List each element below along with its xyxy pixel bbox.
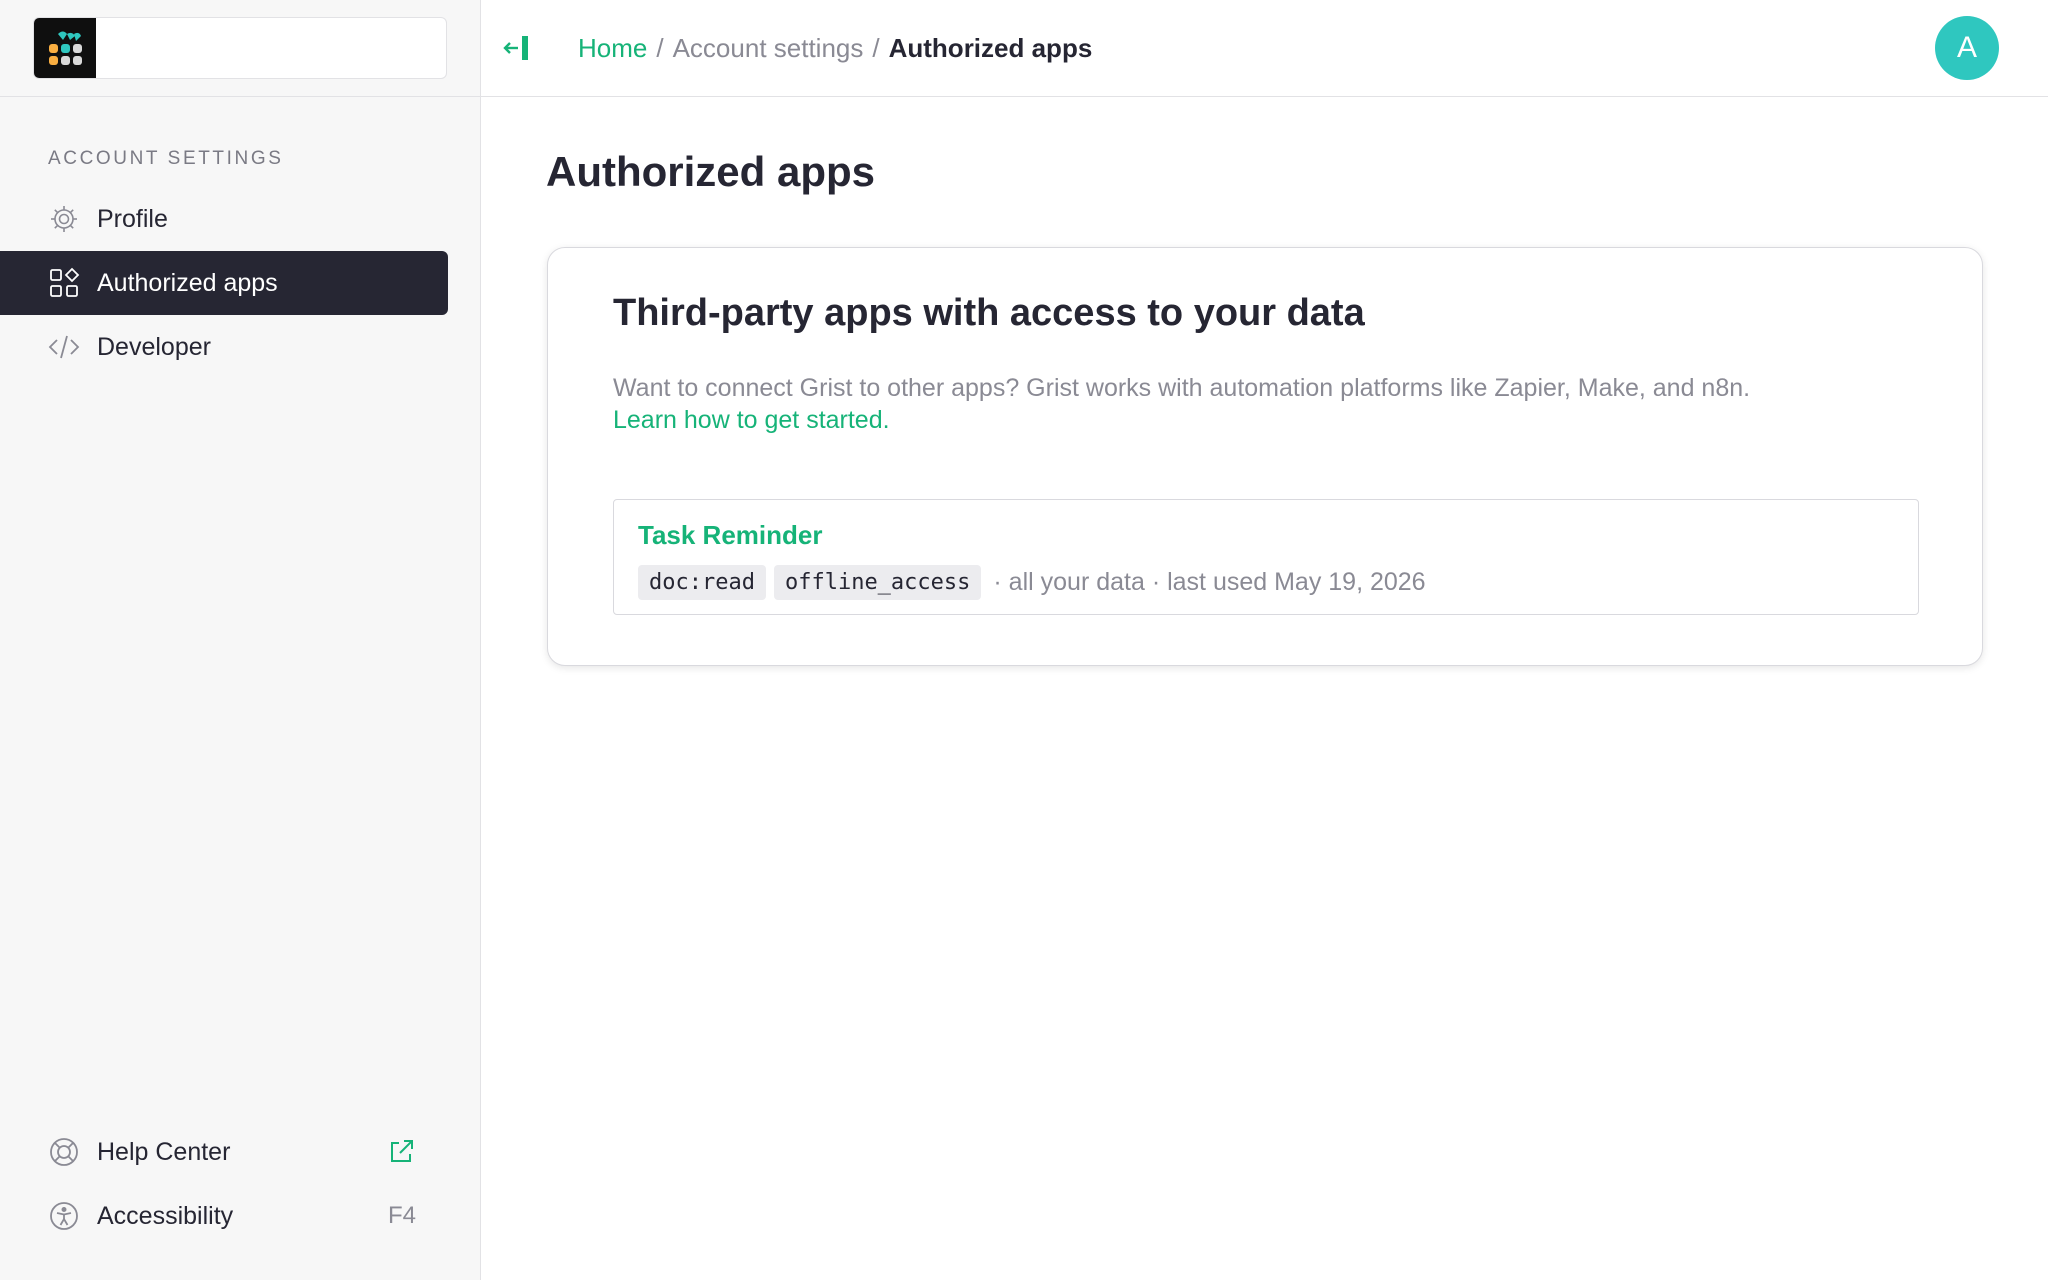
breadcrumb-separator: / [872,33,880,63]
card-description: Want to connect Grist to other apps? Gri… [613,372,1943,436]
breadcrumb: Home / Account settings / Authorized apps [578,33,1092,64]
sidebar-item-authorized-apps[interactable]: Authorized apps [0,251,448,315]
org-switcher[interactable] [33,17,447,79]
breadcrumb-separator: / [656,33,664,63]
description-text: Want to connect Grist to other apps? Gri… [613,374,1751,402]
scope-badge: offline_access [773,565,982,600]
gear-icon [47,202,81,236]
authorized-apps-card: Third-party apps with access to your dat… [547,247,1983,666]
apps-grid-icon [47,266,81,300]
top-bar: Home / Account settings / Authorized apps A [481,0,2048,97]
scope-badge: doc:read [638,565,766,600]
sidebar-item-label: Help Center [97,1137,231,1166]
lifebuoy-icon [47,1135,81,1169]
collapse-sidebar-icon[interactable] [501,32,533,64]
grist-logo[interactable] [34,18,96,78]
app-name-link[interactable]: Task Reminder [638,520,822,551]
accessibility-icon [47,1199,81,1233]
breadcrumb-account-settings[interactable]: Account settings [673,33,864,63]
sidebar-item-developer[interactable]: Developer [0,315,448,379]
page-title: Authorized apps [546,148,876,195]
sidebar-item-label: Authorized apps [97,268,278,297]
sidebar: ACCOUNT SETTINGS Profile Authorized apps [0,0,481,1280]
app-meta: doc:read offline_access · all your data … [638,565,1426,600]
card-title: Third-party apps with access to your dat… [613,292,1365,334]
sidebar-item-label: Developer [97,332,211,361]
sidebar-item-label: Accessibility [97,1201,234,1230]
sidebar-item-label: Profile [97,204,168,233]
app-last-used: · all your data · last used May 19, 2026 [993,568,1426,596]
sidebar-item-profile[interactable]: Profile [0,187,448,251]
sidebar-section-title: ACCOUNT SETTINGS [48,148,284,169]
sidebar-item-accessibility[interactable]: Accessibility F4 [0,1184,448,1248]
list-item: Task Reminder doc:read offline_access · … [613,499,1919,615]
grist-logo-icon [49,31,82,65]
code-icon [47,330,81,364]
learn-how-link[interactable]: Learn how to get started. [613,404,1943,436]
keyboard-shortcut: F4 [387,1202,416,1229]
avatar[interactable]: A [1935,16,1999,80]
breadcrumb-home-link[interactable]: Home [578,33,647,63]
sidebar-item-help-center[interactable]: Help Center [0,1120,448,1184]
breadcrumb-current: Authorized apps [888,33,1093,63]
external-link-icon [391,1140,413,1162]
sidebar-header [0,0,480,97]
